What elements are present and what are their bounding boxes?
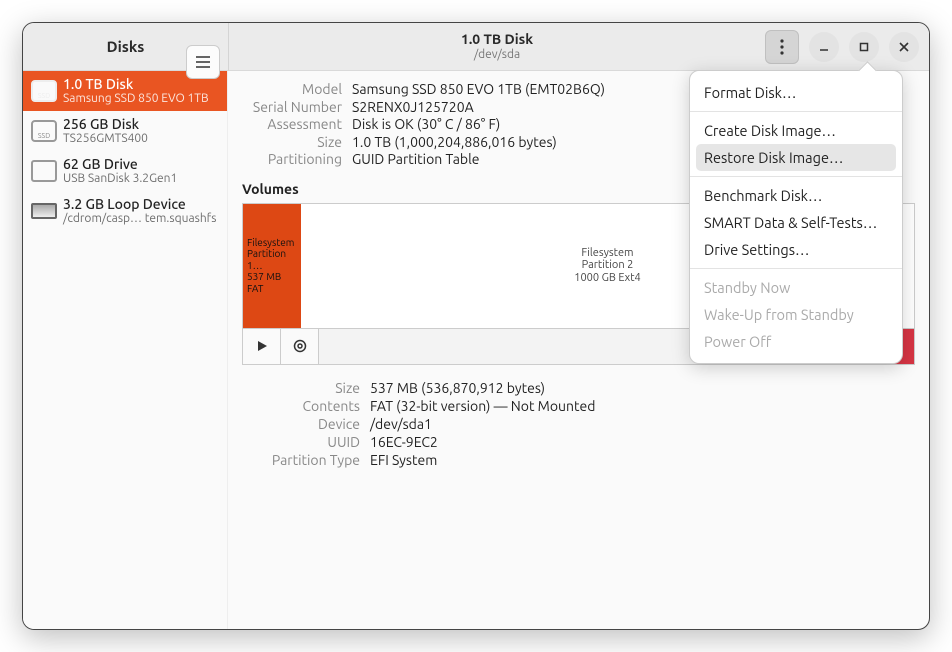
maximize-button[interactable] [849, 32, 879, 62]
disk-item-title: 256 GB Disk [63, 116, 148, 132]
hamburger-icon [196, 56, 210, 68]
vol-label: Partition 1… [247, 248, 297, 271]
menu-poweroff: Power Off [690, 328, 902, 355]
menu-separator [690, 268, 902, 269]
titlebar-center: 1.0 TB Disk /dev/sda [229, 32, 765, 61]
disk-text: 62 GB Drive USB SanDisk 3.2Gen1 [63, 156, 177, 186]
menu-wakeup: Wake-Up from Standby [690, 301, 902, 328]
kebab-menu-button[interactable] [765, 30, 799, 64]
row-vol-size: Size537 MB (536,870,912 bytes) [228, 379, 929, 397]
menu-format-disk[interactable]: Format Disk… [690, 79, 902, 106]
gear-icon [292, 338, 308, 354]
mount-button[interactable] [243, 329, 281, 364]
disk-text: 256 GB Disk TS256GMTS400 [63, 116, 148, 146]
maximize-icon [858, 41, 870, 53]
usb-icon [31, 160, 57, 182]
hamburger-button[interactable] [186, 45, 220, 79]
menu-drive-settings[interactable]: Drive Settings… [690, 236, 902, 263]
titlebar-right [765, 30, 929, 64]
ssd-icon: SSD [31, 80, 57, 102]
disk-item-title: 1.0 TB Disk [63, 76, 209, 92]
row-vol-ptype: Partition TypeEFI System [228, 451, 929, 469]
volume-details: Size537 MB (536,870,912 bytes) ContentsF… [228, 365, 929, 470]
vol-label: Partition 2 [582, 259, 634, 272]
menu-benchmark[interactable]: Benchmark Disk… [690, 182, 902, 209]
menu-smart[interactable]: SMART Data & Self-Tests… [690, 209, 902, 236]
app-title: Disks [107, 38, 145, 55]
titlebar-left: Disks [23, 38, 228, 55]
menu-separator [690, 176, 902, 177]
disk-title: 1.0 TB Disk [461, 32, 533, 47]
disk-item-sub: TS256GMTS400 [63, 132, 148, 146]
disk-item-sub: Samsung SSD 850 EVO 1TB [63, 92, 209, 106]
vol-label: 1000 GB Ext4 [574, 272, 641, 285]
row-vol-contents: ContentsFAT (32-bit version) — Not Mount… [228, 397, 929, 415]
menu-standby: Standby Now [690, 274, 902, 301]
sidebar: SSD 1.0 TB Disk Samsung SSD 850 EVO 1TB … [23, 71, 228, 629]
close-button[interactable] [889, 32, 919, 62]
sidebar-item-disk-3[interactable]: 62 GB Drive USB SanDisk 3.2Gen1 [23, 151, 227, 191]
disk-item-title: 3.2 GB Loop Device [63, 196, 216, 212]
menu-separator [690, 111, 902, 112]
vol-label: Filesystem [581, 247, 633, 260]
disk-item-sub: USB SanDisk 3.2Gen1 [63, 172, 177, 186]
main-panel: ModelSamsung SSD 850 EVO 1TB (EMT02B6Q) … [228, 71, 929, 629]
gear-button[interactable] [281, 329, 319, 364]
close-icon [898, 41, 910, 53]
disk-path: /dev/sda [474, 48, 520, 61]
vol-label: 537 MB FAT [247, 271, 297, 294]
disk-item-sub: /cdrom/casp… tem.squashfs [63, 212, 216, 226]
vol-label: Filesystem [247, 237, 297, 249]
row-vol-device: Device/dev/sda1 [228, 415, 929, 433]
titlebar: Disks 1.0 TB Disk /dev/sda [23, 23, 929, 71]
disk-text: 3.2 GB Loop Device /cdrom/casp… tem.squa… [63, 196, 216, 226]
minimize-icon [818, 41, 830, 53]
sidebar-item-disk-2[interactable]: SSD 256 GB Disk TS256GMTS400 [23, 111, 227, 151]
volume-partition-1[interactable]: Filesystem Partition 1… 537 MB FAT [243, 204, 301, 328]
ssd-icon: SSD [31, 120, 57, 142]
disk-menu-popup: Format Disk… Create Disk Image… Restore … [689, 70, 903, 364]
content: SSD 1.0 TB Disk Samsung SSD 850 EVO 1TB … [23, 71, 929, 629]
kebab-icon [780, 39, 784, 55]
menu-restore-image[interactable]: Restore Disk Image… [696, 144, 896, 171]
disk-item-title: 62 GB Drive [63, 156, 177, 172]
row-vol-uuid: UUID16EC-9EC2 [228, 433, 929, 451]
disk-text: 1.0 TB Disk Samsung SSD 850 EVO 1TB [63, 76, 209, 106]
loop-icon [31, 203, 57, 219]
minimize-button[interactable] [809, 32, 839, 62]
sidebar-item-disk-4[interactable]: 3.2 GB Loop Device /cdrom/casp… tem.squa… [23, 191, 227, 231]
window: Disks 1.0 TB Disk /dev/sda [22, 22, 930, 630]
play-icon [256, 340, 268, 352]
menu-create-image[interactable]: Create Disk Image… [690, 117, 902, 144]
